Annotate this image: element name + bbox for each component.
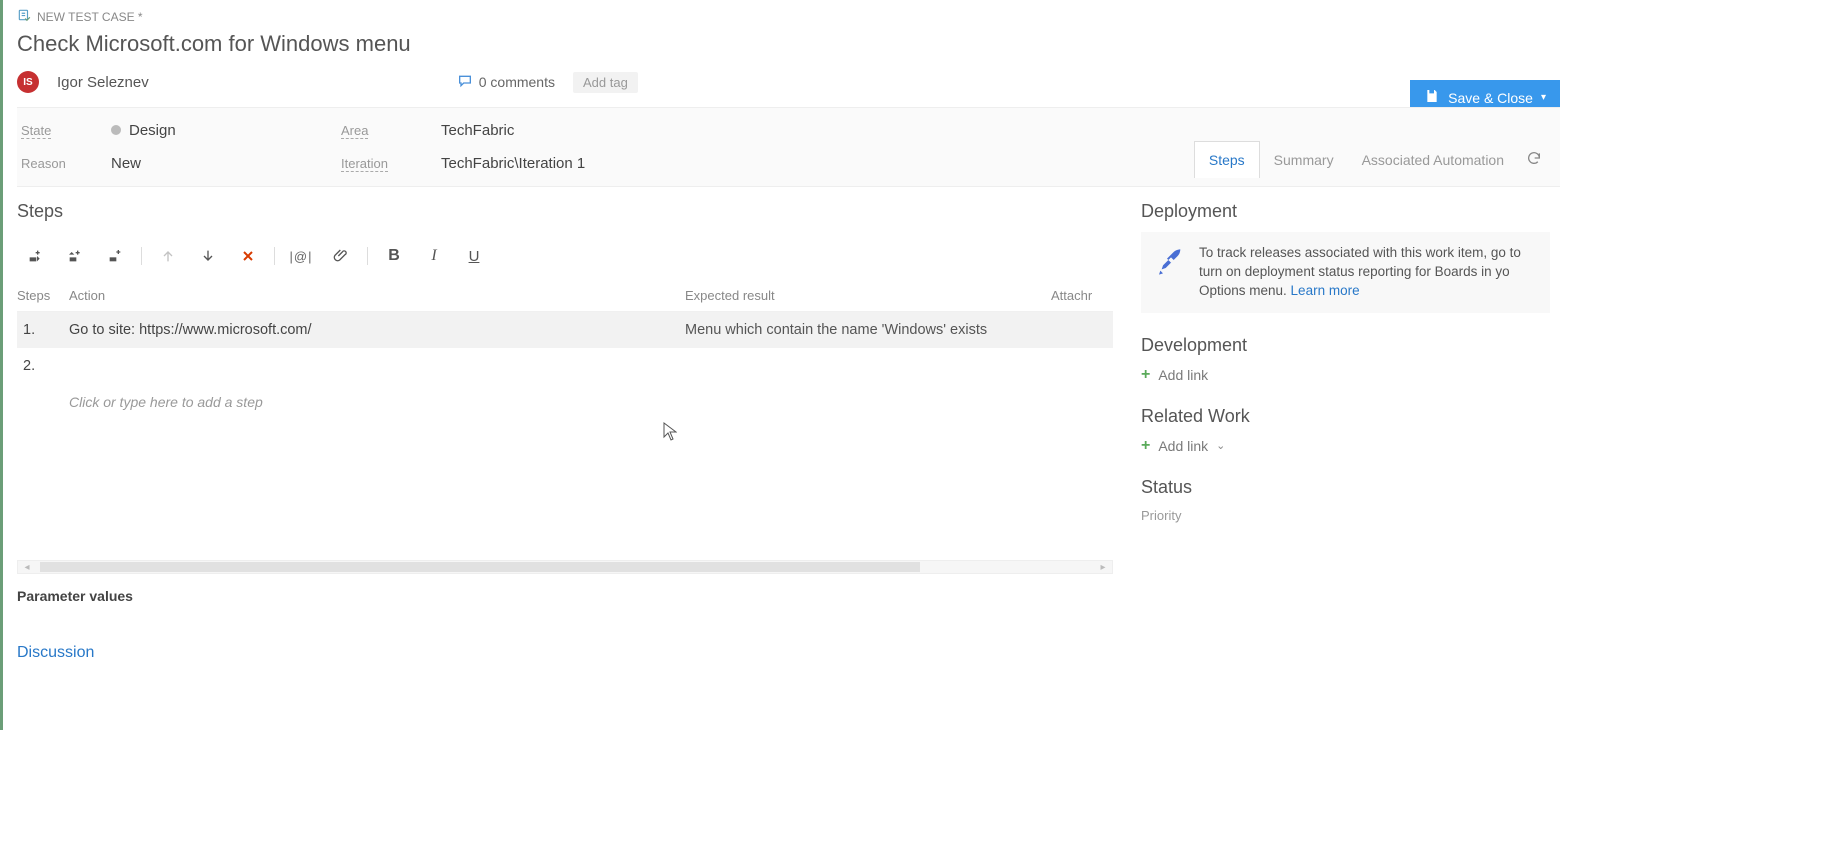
col-steps: Steps (17, 288, 69, 303)
area-label: Area (341, 123, 368, 139)
chevron-down-icon: ▾ (1541, 92, 1546, 103)
discussion-heading[interactable]: Discussion (17, 644, 1113, 662)
reason-value[interactable]: New (111, 155, 341, 172)
iteration-value[interactable]: TechFabric\Iteration 1 (441, 155, 941, 172)
state-dot-icon (111, 125, 121, 135)
steps-table-header: Steps Action Expected result Attachr (17, 280, 1113, 312)
parameter-values-heading: Parameter values (17, 588, 1113, 604)
state-value[interactable]: Design (111, 122, 341, 139)
deployment-heading: Deployment (1141, 201, 1550, 222)
steps-heading: Steps (17, 201, 1113, 222)
breadcrumb: NEW TEST CASE * (17, 8, 1560, 25)
add-development-link[interactable]: + Add link (1141, 366, 1550, 384)
col-attach: Attachr (1051, 288, 1113, 303)
tab-summary[interactable]: Summary (1260, 142, 1348, 178)
col-action: Action (69, 288, 685, 303)
insert-step-icon[interactable] (21, 242, 49, 270)
step-row[interactable]: 1. Go to site: https://www.microsoft.com… (17, 312, 1113, 348)
chevron-down-icon: ⌄ (1216, 439, 1225, 452)
comment-icon (457, 73, 473, 92)
reason-label: Reason (21, 156, 111, 171)
mention-icon[interactable]: |@| (287, 242, 315, 270)
status-heading: Status (1141, 477, 1550, 498)
refresh-icon[interactable] (1518, 142, 1550, 177)
plus-icon: + (1141, 366, 1150, 384)
move-down-icon[interactable] (194, 242, 222, 270)
col-expected: Expected result (685, 288, 1051, 303)
scroll-thumb[interactable] (40, 562, 920, 572)
step-row[interactable]: 2. (17, 348, 1113, 384)
scroll-right-icon[interactable]: ▸ (1096, 561, 1110, 573)
comments-count[interactable]: 0 comments (457, 73, 555, 92)
cursor-icon (663, 422, 677, 445)
add-tag-button[interactable]: Add tag (573, 72, 638, 93)
deployment-info: To track releases associated with this w… (1141, 232, 1550, 313)
steps-toolbar: |@| B I U (17, 232, 1113, 280)
horizontal-scrollbar[interactable]: ◂ ▸ (17, 560, 1113, 574)
test-case-icon (17, 8, 31, 25)
plus-icon: + (1141, 437, 1150, 455)
state-label: State (21, 123, 51, 139)
priority-label: Priority (1141, 508, 1550, 523)
area-value[interactable]: TechFabric (441, 122, 941, 139)
bold-icon[interactable]: B (380, 242, 408, 270)
work-item-fields: State Design Area TechFabric Reason New … (17, 107, 1560, 187)
development-heading: Development (1141, 335, 1550, 356)
move-up-icon[interactable] (154, 242, 182, 270)
avatar[interactable]: IS (17, 71, 39, 93)
add-related-link[interactable]: + Add link ⌄ (1141, 437, 1550, 455)
italic-icon[interactable]: I (420, 242, 448, 270)
attach-icon[interactable] (327, 242, 355, 270)
add-step-placeholder[interactable]: Click or type here to add a step (17, 384, 1113, 420)
iteration-label: Iteration (341, 156, 388, 172)
delete-step-icon[interactable] (234, 242, 262, 270)
create-shared-steps-icon[interactable] (101, 242, 129, 270)
save-icon (1424, 88, 1440, 107)
detail-tabs: Steps Summary Associated Automation (1194, 141, 1550, 178)
tab-associated-automation[interactable]: Associated Automation (1348, 142, 1518, 178)
breadcrumb-label: NEW TEST CASE * (37, 10, 143, 24)
underline-icon[interactable]: U (460, 242, 488, 270)
rocket-icon (1155, 244, 1187, 276)
learn-more-link[interactable]: Learn more (1291, 283, 1360, 298)
tab-steps[interactable]: Steps (1194, 141, 1260, 178)
scroll-left-icon[interactable]: ◂ (20, 561, 34, 573)
insert-shared-step-icon[interactable] (61, 242, 89, 270)
related-work-heading: Related Work (1141, 406, 1550, 427)
page-title[interactable]: Check Microsoft.com for Windows menu (17, 31, 1560, 57)
assigned-to[interactable]: Igor Seleznev (57, 74, 149, 91)
